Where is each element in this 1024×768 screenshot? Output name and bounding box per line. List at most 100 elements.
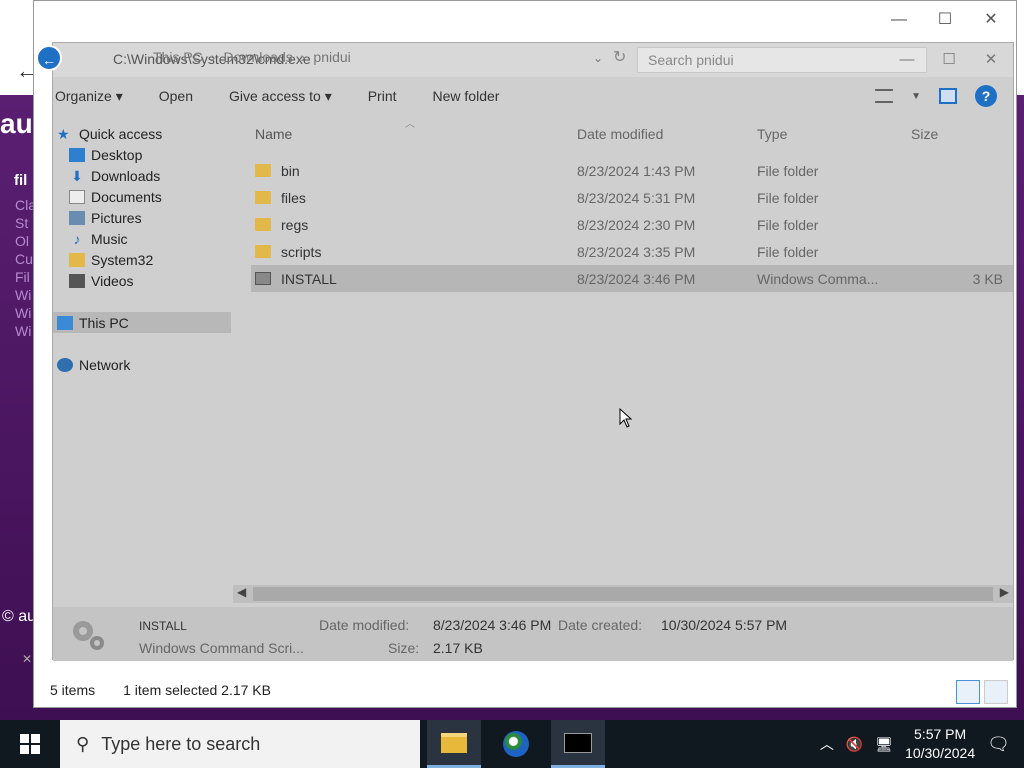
cmd-icon — [564, 732, 592, 753]
browser-icon — [503, 731, 529, 757]
back-arrow-icon[interactable]: ← — [36, 45, 62, 71]
file-name: files — [281, 189, 306, 206]
taskbar-search-placeholder: Type here to search — [101, 733, 261, 754]
breadcrumb-downloads[interactable]: Downloads — [223, 49, 292, 65]
explorer-overlay: C:\Windows\System32\cmd.exe This PC › Do… — [52, 42, 1014, 661]
file-date: 8/23/2024 5:31 PM — [577, 189, 696, 206]
nav-label: Desktop — [91, 146, 143, 163]
window-caption: — ☐ ✕ — [34, 1, 1016, 39]
chevron-right-icon: › — [210, 49, 216, 65]
mouse-cursor-icon — [619, 408, 633, 428]
close-icon[interactable]: ✕ — [22, 652, 32, 666]
background-copyright: © au — [2, 608, 37, 625]
desktop-icon — [69, 147, 85, 162]
search-icon: ⚲ — [76, 733, 90, 754]
column-date-modified[interactable]: Date modified — [577, 126, 757, 142]
minimize-button[interactable]: — — [876, 7, 922, 33]
nav-desktop[interactable]: Desktop — [53, 144, 231, 165]
clock-date: 10/30/2024 — [905, 745, 976, 761]
horizontal-scrollbar[interactable]: ◀ ▶ — [233, 585, 1013, 603]
nav-quick-access[interactable]: ★ Quick access — [53, 123, 231, 144]
nav-this-pc[interactable]: This PC — [53, 312, 231, 333]
nav-music[interactable]: ♪ Music — [53, 228, 231, 249]
nav-system32[interactable]: System32 — [53, 249, 231, 270]
chevron-down-icon[interactable]: ⌄ — [593, 51, 603, 65]
give-access-button[interactable]: Give access to ▾ — [211, 88, 350, 105]
chevron-down-icon[interactable]: ▼ — [911, 91, 921, 102]
refresh-icon[interactable]: ↻ — [613, 47, 626, 67]
cmd-script-icon — [255, 272, 271, 285]
change-view-icon[interactable] — [875, 89, 894, 103]
file-type: File folder — [757, 216, 819, 233]
selection-info: 1 item selected 2.17 KB — [123, 682, 271, 698]
help-icon[interactable]: ? — [975, 85, 997, 107]
column-type[interactable]: Type — [757, 126, 907, 142]
close-button[interactable]: ✕ — [971, 47, 1011, 73]
taskbar-cmd[interactable] — [551, 720, 605, 768]
nav-label: Documents — [91, 188, 162, 205]
gear-icon — [73, 621, 104, 650]
breadcrumb-this-pc[interactable]: This PC — [153, 49, 203, 65]
pictures-icon — [69, 210, 85, 225]
nav-videos[interactable]: Videos — [53, 270, 231, 291]
volume-muted-icon[interactable]: 🔇 — [846, 736, 863, 753]
close-button[interactable]: ✕ — [968, 7, 1014, 33]
large-icons-view-icon[interactable] — [984, 680, 1008, 704]
file-row[interactable]: scripts 8/23/2024 3:35 PM File folder — [251, 238, 1013, 265]
network-icon — [57, 357, 73, 372]
status-bar: 5 items 1 item selected 2.17 KB — [34, 673, 1016, 707]
nav-documents[interactable]: Documents — [53, 186, 231, 207]
nav-downloads[interactable]: ⬇ Downloads — [53, 165, 231, 186]
file-name: scripts — [281, 243, 322, 260]
column-size[interactable]: Size — [907, 126, 1003, 142]
new-folder-button[interactable]: New folder — [415, 88, 518, 104]
notifications-icon[interactable]: 🗨 — [987, 734, 1010, 755]
size-label: Size: — [388, 640, 420, 656]
file-name: INSTALL — [281, 270, 337, 287]
file-type: Windows Comma... — [757, 270, 879, 287]
folder-icon — [255, 191, 271, 204]
chevron-up-icon[interactable]: ︿ — [820, 734, 834, 754]
network-icon[interactable]: 🖥 — [875, 736, 893, 753]
nav-network[interactable]: Network — [53, 354, 231, 375]
clock[interactable]: 5:57 PM 10/30/2024 — [905, 725, 975, 763]
print-button[interactable]: Print — [350, 88, 415, 104]
file-date: 8/23/2024 3:46 PM — [577, 270, 696, 287]
background-title: au — [0, 108, 33, 139]
nav-label: System32 — [91, 251, 154, 268]
nav-label: Pictures — [91, 209, 142, 226]
system-tray: ︿ 🔇 🖥 5:57 PM 10/30/2024 🗨 — [820, 720, 1024, 768]
column-headers: Name Date modified Type Size — [251, 119, 1013, 149]
organize-button[interactable]: Organize ▾ — [53, 88, 141, 105]
taskbar-search[interactable]: ⚲ Type here to search — [60, 720, 420, 768]
taskbar-browser[interactable] — [489, 720, 543, 768]
sort-ascending-icon: ︿ — [405, 119, 415, 130]
details-view-icon[interactable] — [956, 680, 980, 704]
document-icon — [69, 189, 85, 204]
scroll-left-icon[interactable]: ◀ — [237, 585, 246, 599]
taskbar: ⚲ Type here to search ︿ 🔇 🖥 5:57 PM 10/3… — [0, 720, 1024, 768]
scrollbar-thumb[interactable] — [253, 587, 993, 601]
maximize-button[interactable]: ☐ — [922, 7, 968, 33]
download-icon: ⬇ — [71, 167, 83, 184]
file-date: 8/23/2024 2:30 PM — [577, 216, 696, 233]
open-button[interactable]: Open — [141, 88, 211, 104]
taskbar-file-explorer[interactable] — [427, 720, 481, 768]
maximize-button[interactable]: ☐ — [929, 47, 969, 73]
file-row[interactable]: files 8/23/2024 5:31 PM File folder — [251, 184, 1013, 211]
file-row[interactable]: bin 8/23/2024 1:43 PM File folder — [251, 157, 1013, 184]
file-name: bin — [281, 162, 300, 179]
minimize-button[interactable]: — — [887, 47, 927, 73]
start-button[interactable] — [0, 720, 60, 768]
folder-icon — [255, 164, 271, 177]
scroll-right-icon[interactable]: ▶ — [1000, 585, 1009, 599]
address-bar-row: C:\Windows\System32\cmd.exe This PC › Do… — [53, 43, 1013, 77]
preview-pane-icon[interactable] — [939, 88, 957, 104]
file-row-selected[interactable]: INSTALL 8/23/2024 3:46 PM Windows Comma.… — [251, 265, 1013, 292]
breadcrumb-pnidui[interactable]: pnidui — [313, 49, 350, 65]
clock-time: 5:57 PM — [914, 726, 967, 742]
search-input[interactable]: Search pnidui — [637, 47, 927, 73]
file-row[interactable]: regs 8/23/2024 2:30 PM File folder — [251, 211, 1013, 238]
file-list: ︿ Name Date modified Type Size bin 8/23/… — [251, 119, 1013, 292]
nav-pictures[interactable]: Pictures — [53, 207, 231, 228]
